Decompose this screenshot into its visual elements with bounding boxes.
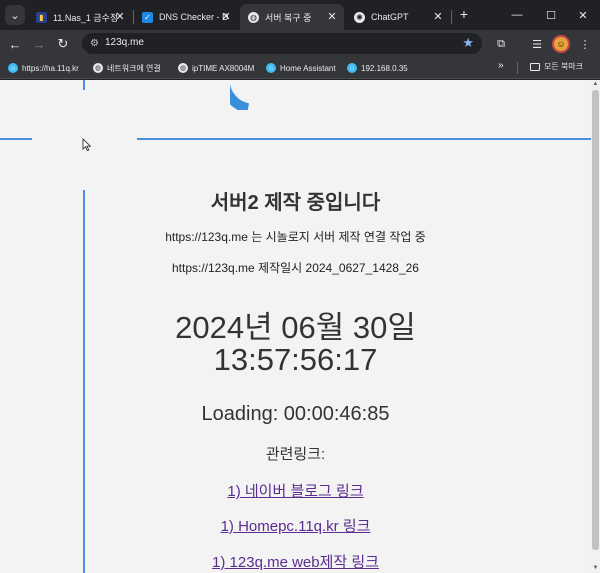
plus-icon: +	[459, 6, 469, 22]
home-assistant-icon: ⌂	[347, 63, 357, 73]
mouse-cursor-icon	[82, 138, 92, 152]
puzzle-icon: ⧉	[497, 37, 505, 50]
link-item: 1) 네이버 블로그 링크	[0, 480, 591, 501]
globe-icon: ◍	[248, 11, 259, 23]
close-icon[interactable]: ✕	[114, 11, 126, 23]
home-assistant-icon: ⌂	[8, 63, 18, 73]
close-icon[interactable]: ✕	[326, 11, 338, 23]
bookmark-separator	[517, 62, 518, 74]
bookmark-star-icon[interactable]: ★	[462, 35, 474, 51]
bookmark-label: 네트워크에 연결	[107, 63, 161, 73]
reload-icon: ↻	[57, 36, 69, 51]
new-tab-button[interactable]: +	[456, 6, 472, 22]
chevron-down-icon: ⌄	[10, 9, 20, 22]
page-title: 서버2 제작 중입니다	[210, 192, 381, 214]
tab-strip: ⌄ ▮ 11.Nas_1 금수정 ✕ ✓ DNS Checker - D ✕ ◍…	[0, 0, 600, 30]
maximize-icon: ☐	[546, 9, 556, 22]
browser-toolbar: ← → ↻ ⚙ 123q.me ★ ⧉ ☰ ☺ ⋮	[0, 30, 600, 57]
bookmark-iptime[interactable]: ◍ ipTIME AX8004M	[178, 61, 254, 75]
address-bar[interactable]: ⚙ 123q.me ★	[82, 33, 482, 54]
decorative-line	[137, 138, 591, 140]
scroll-down-icon[interactable]: ▼	[591, 564, 600, 573]
chatgpt-icon: ✺	[354, 11, 365, 23]
bookmarks-bar: ⌂ https://ha.11q.kr ◍ 네트워크에 연결 ◍ ipTIME …	[0, 57, 600, 79]
web-build-link[interactable]: 1) 123q.me web제작 링크	[212, 554, 379, 571]
double-chevron-right-icon: »	[498, 60, 504, 71]
tab-chatgpt[interactable]: ✺ ChatGPT ✕	[346, 4, 450, 30]
homepc-link[interactable]: 1) Homepc.11q.kr 링크	[221, 518, 371, 535]
back-button[interactable]: ←	[5, 34, 25, 54]
tab-nas[interactable]: ▮ 11.Nas_1 금수정 ✕	[28, 4, 132, 30]
url-text[interactable]: 123q.me	[105, 37, 144, 48]
folder-label: 모든 북마크	[544, 62, 584, 71]
page-scrollbar[interactable]: ▲ ▼	[591, 80, 600, 573]
reading-list-button[interactable]: ☰	[528, 35, 546, 53]
decorative-line	[0, 138, 32, 140]
decorative-line	[83, 80, 85, 90]
link-item: 1) Homepc.11q.kr 링크	[0, 515, 591, 536]
menu-button[interactable]: ⋮	[576, 35, 594, 53]
scroll-up-icon[interactable]: ▲	[591, 80, 600, 89]
naver-blog-link[interactable]: 1) 네이버 블로그 링크	[227, 483, 363, 500]
related-links-heading: 관련링크:	[265, 446, 326, 463]
tab-dns-checker[interactable]: ✓ DNS Checker - D ✕	[134, 4, 238, 30]
globe-icon: ◍	[178, 63, 188, 73]
home-assistant-icon: ⌂	[266, 63, 276, 73]
close-icon[interactable]: ✕	[432, 11, 444, 23]
bookmark-local-ip[interactable]: ⌂ 192.168.0.35	[347, 61, 408, 75]
reload-button[interactable]: ↻	[53, 34, 73, 54]
link-item: 1) 123q.me web제작 링크	[0, 551, 591, 572]
globe-icon: ◍	[93, 63, 103, 73]
forward-button[interactable]: →	[29, 34, 49, 54]
more-vert-icon: ⋮	[579, 38, 591, 51]
bookmark-ha[interactable]: ⌂ https://ha.11q.kr	[8, 61, 79, 75]
current-date: 2024년 06월 30일	[175, 310, 416, 345]
avatar-icon: ☺	[556, 39, 566, 49]
minimize-button[interactable]: —	[500, 0, 534, 30]
loading-spinner-icon	[230, 80, 260, 110]
bookmark-label: 192.168.0.35	[361, 63, 408, 73]
close-icon[interactable]: ✕	[220, 11, 232, 23]
close-icon: ✕	[578, 9, 588, 22]
maximize-button[interactable]: ☐	[534, 0, 568, 30]
tab-server-recovery[interactable]: ◍ 서버 복구 중 ✕	[240, 4, 344, 30]
loading-timer: Loading: 00:00:46:85	[201, 403, 390, 425]
extensions-button[interactable]: ⧉	[492, 35, 510, 53]
nas-favicon-icon: ▮	[36, 11, 47, 23]
minimize-icon: —	[511, 9, 523, 21]
site-info-icon[interactable]: ⚙	[88, 37, 101, 50]
bookmarks-overflow-button[interactable]: »	[498, 60, 504, 71]
page-viewport: 서버2 제작 중입니다 https://123q.me 는 시놀로지 서버 제작…	[0, 80, 591, 573]
arrow-left-icon: ←	[8, 36, 22, 52]
status-message: https://123q.me 는 시놀로지 서버 제작 연결 작업 중	[165, 230, 426, 244]
all-bookmarks-folder[interactable]: 모든 북마크	[530, 61, 583, 72]
profile-avatar[interactable]: ☺	[552, 35, 570, 53]
bookmark-network[interactable]: ◍ 네트워크에 연결	[93, 61, 161, 75]
arrow-right-icon: →	[32, 36, 46, 52]
folder-icon	[530, 62, 540, 71]
build-date-text: https://123q.me 제작일시 2024_0627_1428_26	[171, 261, 419, 275]
bookmark-label: ipTIME AX8004M	[192, 63, 255, 73]
shield-icon: ✓	[142, 11, 153, 23]
bookmark-label: https://ha.11q.kr	[22, 63, 79, 73]
bookmark-label: Home Assistant	[280, 63, 336, 73]
scrollbar-thumb[interactable]	[592, 90, 599, 550]
tab-search-button[interactable]: ⌄	[5, 5, 25, 25]
close-window-button[interactable]: ✕	[566, 0, 600, 30]
tab-separator	[451, 10, 452, 24]
current-time: 13:57:56:17	[213, 342, 378, 377]
list-icon: ☰	[532, 38, 542, 51]
bookmark-home-assistant[interactable]: ⌂ Home Assistant	[266, 61, 336, 75]
